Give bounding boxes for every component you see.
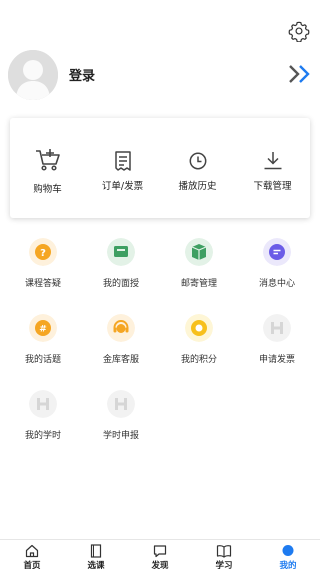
gear-icon — [288, 21, 310, 43]
my-classes-label: 我的面授 — [102, 279, 139, 289]
message-icon — [263, 238, 291, 266]
double-chevron-right-icon[interactable] — [288, 63, 312, 85]
customer-service-button[interactable]: 金库客服 — [86, 314, 156, 374]
tab-study[interactable]: 学习 — [192, 540, 256, 569]
clock-icon — [189, 152, 206, 170]
chat-icon — [153, 545, 167, 558]
tab-discover[interactable]: 发现 — [128, 540, 192, 569]
avatar[interactable] — [8, 50, 58, 100]
svg-text:?: ? — [40, 248, 46, 259]
quick-actions-card: 购物车 订单/发票 播放历史 下载管理 — [10, 118, 310, 218]
book-icon — [90, 544, 102, 558]
tab-discover-label: 发现 — [151, 561, 169, 569]
download-icon — [264, 152, 281, 170]
download-manager-button[interactable]: 下载管理 — [235, 118, 310, 218]
play-history-label: 播放历史 — [178, 181, 217, 192]
svg-text:#: # — [39, 325, 47, 335]
my-classes-button[interactable]: 我的面授 — [86, 238, 156, 298]
cart-icon — [35, 149, 60, 171]
tab-courses[interactable]: 选课 — [64, 540, 128, 569]
my-topics-button[interactable]: # 我的话题 — [8, 314, 78, 374]
topic-icon: # — [29, 314, 57, 342]
tab-courses-label: 选课 — [87, 561, 105, 569]
cart-label: 购物车 — [33, 184, 62, 195]
profile-dot-icon — [282, 545, 294, 556]
placeholder-icon — [107, 390, 135, 418]
orders-invoices-label: 订单/发票 — [101, 181, 144, 192]
course-qa-button[interactable]: ? 课程答疑 — [8, 238, 78, 298]
question-icon: ? — [29, 238, 57, 266]
message-center-label: 消息中心 — [258, 279, 295, 289]
tab-home-label: 首页 — [23, 561, 41, 569]
tab-home[interactable]: 首页 — [0, 540, 64, 569]
placeholder-icon — [29, 390, 57, 418]
customer-service-label: 金库客服 — [102, 355, 139, 365]
my-study-hours-label: 我的学时 — [24, 431, 61, 441]
apply-invoice-label: 申请发票 — [258, 355, 295, 365]
placeholder-icon — [263, 314, 291, 342]
mail-management-label: 邮寄管理 — [180, 279, 217, 289]
my-topics-label: 我的话题 — [24, 355, 61, 365]
points-icon — [185, 314, 213, 342]
tab-mine[interactable]: 我的 — [256, 540, 320, 569]
package-icon — [185, 238, 213, 266]
default-avatar-icon — [8, 50, 58, 100]
message-center-button[interactable]: 消息中心 — [242, 238, 312, 298]
my-points-label: 我的积分 — [180, 355, 217, 365]
settings-button[interactable] — [288, 20, 310, 43]
study-hours-report-label: 学时申报 — [102, 431, 139, 441]
login-label[interactable]: 登录 — [69, 65, 95, 84]
my-points-button[interactable]: 我的积分 — [164, 314, 234, 374]
apply-invoice-button[interactable]: 申请发票 — [242, 314, 312, 374]
tab-study-label: 学习 — [215, 561, 233, 569]
open-book-icon — [216, 545, 232, 558]
classroom-icon — [107, 238, 135, 266]
home-icon — [25, 544, 39, 558]
study-hours-report-button[interactable]: 学时申报 — [86, 390, 156, 450]
play-history-button[interactable]: 播放历史 — [160, 118, 235, 218]
cart-button[interactable]: 购物车 — [10, 118, 85, 218]
profile-login-row[interactable]: 登录 — [8, 50, 312, 100]
mail-management-button[interactable]: 邮寄管理 — [164, 238, 234, 298]
tab-mine-label: 我的 — [279, 561, 297, 569]
bottom-tab-bar: 首页 选课 发现 学习 我的 — [0, 539, 320, 569]
orders-invoices-button[interactable]: 订单/发票 — [85, 118, 160, 218]
headset-icon — [107, 314, 135, 342]
course-qa-label: 课程答疑 — [24, 279, 61, 289]
download-manager-label: 下载管理 — [253, 181, 292, 192]
receipt-icon — [114, 151, 131, 171]
my-study-hours-button[interactable]: 我的学时 — [8, 390, 78, 450]
